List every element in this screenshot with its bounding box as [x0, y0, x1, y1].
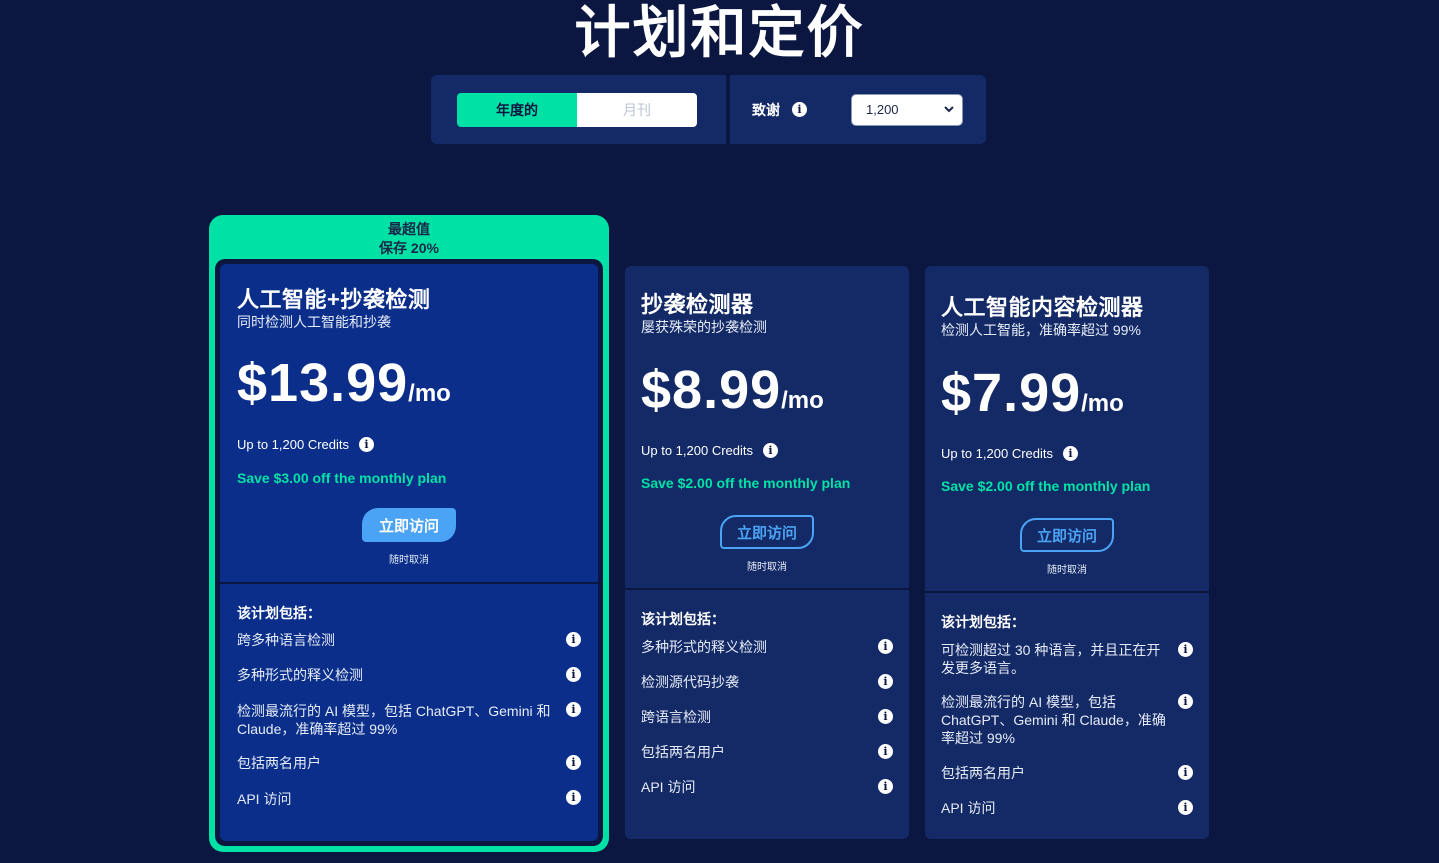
- credits-line: Up to 1,200 Credits i: [941, 446, 1079, 461]
- plan-description: 同时检测人工智能和抄袭: [237, 314, 391, 330]
- feature-item: API 访问: [237, 791, 292, 807]
- savings-text: Save $2.00 off the monthly plan: [941, 478, 1151, 494]
- feature-item: 包括两名用户: [941, 765, 1025, 781]
- best-value-badge: 最超值 保存 20%: [209, 215, 609, 261]
- access-now-button[interactable]: 立即访问: [720, 515, 814, 549]
- access-now-button[interactable]: 立即访问: [362, 508, 456, 542]
- credits-text: Up to 1,200 Credits: [641, 443, 754, 458]
- plan-description: 屡获殊荣的抄袭检测: [641, 319, 767, 335]
- info-icon[interactable]: i: [1178, 800, 1193, 815]
- feature-item: 包括两名用户: [641, 744, 725, 760]
- billing-toggle: 年度的 月刊: [431, 75, 726, 144]
- savings-text: Save $3.00 off the monthly plan: [237, 470, 447, 486]
- info-icon[interactable]: i: [566, 667, 581, 682]
- savings-text: Save $2.00 off the monthly plan: [641, 475, 851, 491]
- cancel-anytime-note: 随时取消: [747, 562, 787, 573]
- page-title: 计划和定价: [574, 1, 865, 64]
- info-icon[interactable]: i: [792, 102, 807, 117]
- plan-features: 该计划包括： 可检测超过 30 种语言，并且正在开 发更多语言。 i 检测最流行的…: [925, 591, 1209, 839]
- info-icon[interactable]: i: [1178, 642, 1193, 657]
- includes-heading: 该计划包括：: [641, 611, 725, 627]
- price-amount: $7.99: [941, 363, 1082, 423]
- plan-card-plagiarism: 抄袭检测器 屡获殊荣的抄袭检测 $8.99/mo Up to 1,200 Cre…: [625, 266, 909, 839]
- featured-plan-wrapper: 最超值 保存 20% 人工智能+抄袭检测 同时检测人工智能和抄袭 $13.99/…: [209, 215, 609, 852]
- info-icon[interactable]: i: [1178, 694, 1193, 709]
- featured-plan-frame: 人工智能+抄袭检测 同时检测人工智能和抄袭 $13.99/mo Up to 1,…: [215, 259, 603, 846]
- info-icon[interactable]: i: [566, 632, 581, 647]
- credits-line: Up to 1,200 Credits i: [237, 437, 375, 452]
- plan-card-header: 人工智能内容检测器 检测人工智能，准确率超过 99% $7.99/mo Up t…: [925, 266, 1209, 591]
- info-icon[interactable]: i: [763, 443, 779, 458]
- plan-price: $13.99/mo: [237, 352, 451, 414]
- info-icon[interactable]: i: [878, 709, 893, 724]
- info-icon[interactable]: i: [878, 674, 893, 689]
- credits-line: Up to 1,200 Credits i: [641, 443, 779, 458]
- badge-savings: 保存 20%: [379, 240, 439, 256]
- plan-name: 人工智能+抄袭检测: [237, 287, 431, 312]
- info-icon[interactable]: i: [878, 744, 893, 759]
- plan-card-header: 抄袭检测器 屡获殊荣的抄袭检测 $8.99/mo Up to 1,200 Cre…: [625, 266, 909, 588]
- info-icon[interactable]: i: [359, 437, 375, 452]
- plan-features: 该计划包括： 跨多种语言检测 i 多种形式的释义检测 i 检测最流行的 AI 模…: [220, 582, 598, 841]
- cancel-anytime-note: 随时取消: [1047, 565, 1087, 576]
- feature-item: 多种形式的释义检测: [237, 667, 363, 683]
- plan-card-ai-detector: 人工智能内容检测器 检测人工智能，准确率超过 99% $7.99/mo Up t…: [925, 266, 1209, 839]
- price-period: /mo: [1081, 390, 1124, 417]
- info-icon[interactable]: i: [1178, 765, 1193, 780]
- plan-features: 该计划包括： 多种形式的释义检测 i 检测源代码抄袭 i 跨语言检测 i 包括两…: [625, 588, 909, 839]
- info-icon[interactable]: i: [566, 755, 581, 770]
- credits-label: 致谢: [752, 101, 780, 118]
- info-icon[interactable]: i: [566, 790, 581, 805]
- chevron-down-icon: [944, 104, 954, 116]
- price-period: /mo: [408, 380, 451, 407]
- credits-control: 致谢 i 1,200: [730, 75, 986, 144]
- plan-description: 检测人工智能，准确率超过 99%: [941, 322, 1141, 338]
- plan-price: $8.99/mo: [641, 359, 824, 421]
- includes-heading: 该计划包括：: [237, 605, 321, 621]
- feature-item: API 访问: [941, 800, 996, 816]
- info-icon[interactable]: i: [878, 639, 893, 654]
- info-icon[interactable]: i: [566, 702, 581, 717]
- feature-item: 检测最流行的 AI 模型，包括 ChatGPT、Gemini 和 Claude，准…: [237, 703, 551, 737]
- feature-item: 跨多种语言检测: [237, 632, 335, 648]
- price-amount: $13.99: [237, 353, 409, 413]
- feature-item: 可检测超过 30 种语言，并且正在开 发更多语言。: [941, 642, 1161, 676]
- credits-select-value: 1,200: [866, 102, 899, 117]
- feature-item: 包括两名用户: [237, 755, 321, 771]
- credits-text: Up to 1,200 Credits: [941, 446, 1054, 461]
- info-icon[interactable]: i: [1063, 446, 1079, 461]
- pricing-page: 计划和定价 年度的 月刊 致谢 i 1,200 最超值 保存 20% 人工智能+…: [0, 0, 1439, 863]
- plan-name: 抄袭检测器: [641, 292, 754, 317]
- price-period: /mo: [781, 387, 824, 414]
- plan-card-header: 人工智能+抄袭检测 同时检测人工智能和抄袭 $13.99/mo Up to 1,…: [220, 264, 598, 582]
- feature-item: API 访问: [641, 779, 696, 795]
- credits-text: Up to 1,200 Credits: [237, 437, 350, 452]
- includes-heading: 该计划包括：: [941, 614, 1025, 630]
- credits-select[interactable]: 1,200: [851, 93, 963, 126]
- plan-card-ai-plagiarism: 人工智能+抄袭检测 同时检测人工智能和抄袭 $13.99/mo Up to 1,…: [220, 264, 598, 841]
- badge-title: 最超值: [388, 221, 430, 237]
- access-now-button[interactable]: 立即访问: [1020, 518, 1114, 552]
- monthly-toggle-button[interactable]: 月刊: [577, 92, 697, 127]
- feature-item: 跨语言检测: [641, 709, 711, 725]
- cancel-anytime-note: 随时取消: [389, 555, 429, 566]
- price-amount: $8.99: [641, 360, 782, 420]
- plan-controls: 年度的 月刊 致谢 i 1,200: [431, 75, 986, 144]
- annual-toggle-button[interactable]: 年度的: [457, 92, 577, 127]
- plan-price: $7.99/mo: [941, 362, 1124, 424]
- plan-name: 人工智能内容检测器: [941, 295, 1144, 320]
- feature-item: 多种形式的释义检测: [641, 639, 767, 655]
- feature-item: 检测源代码抄袭: [641, 674, 739, 690]
- info-icon[interactable]: i: [878, 779, 893, 794]
- feature-item: 检测最流行的 AI 模型，包括 ChatGPT、Gemini 和 Claude，准…: [941, 694, 1166, 746]
